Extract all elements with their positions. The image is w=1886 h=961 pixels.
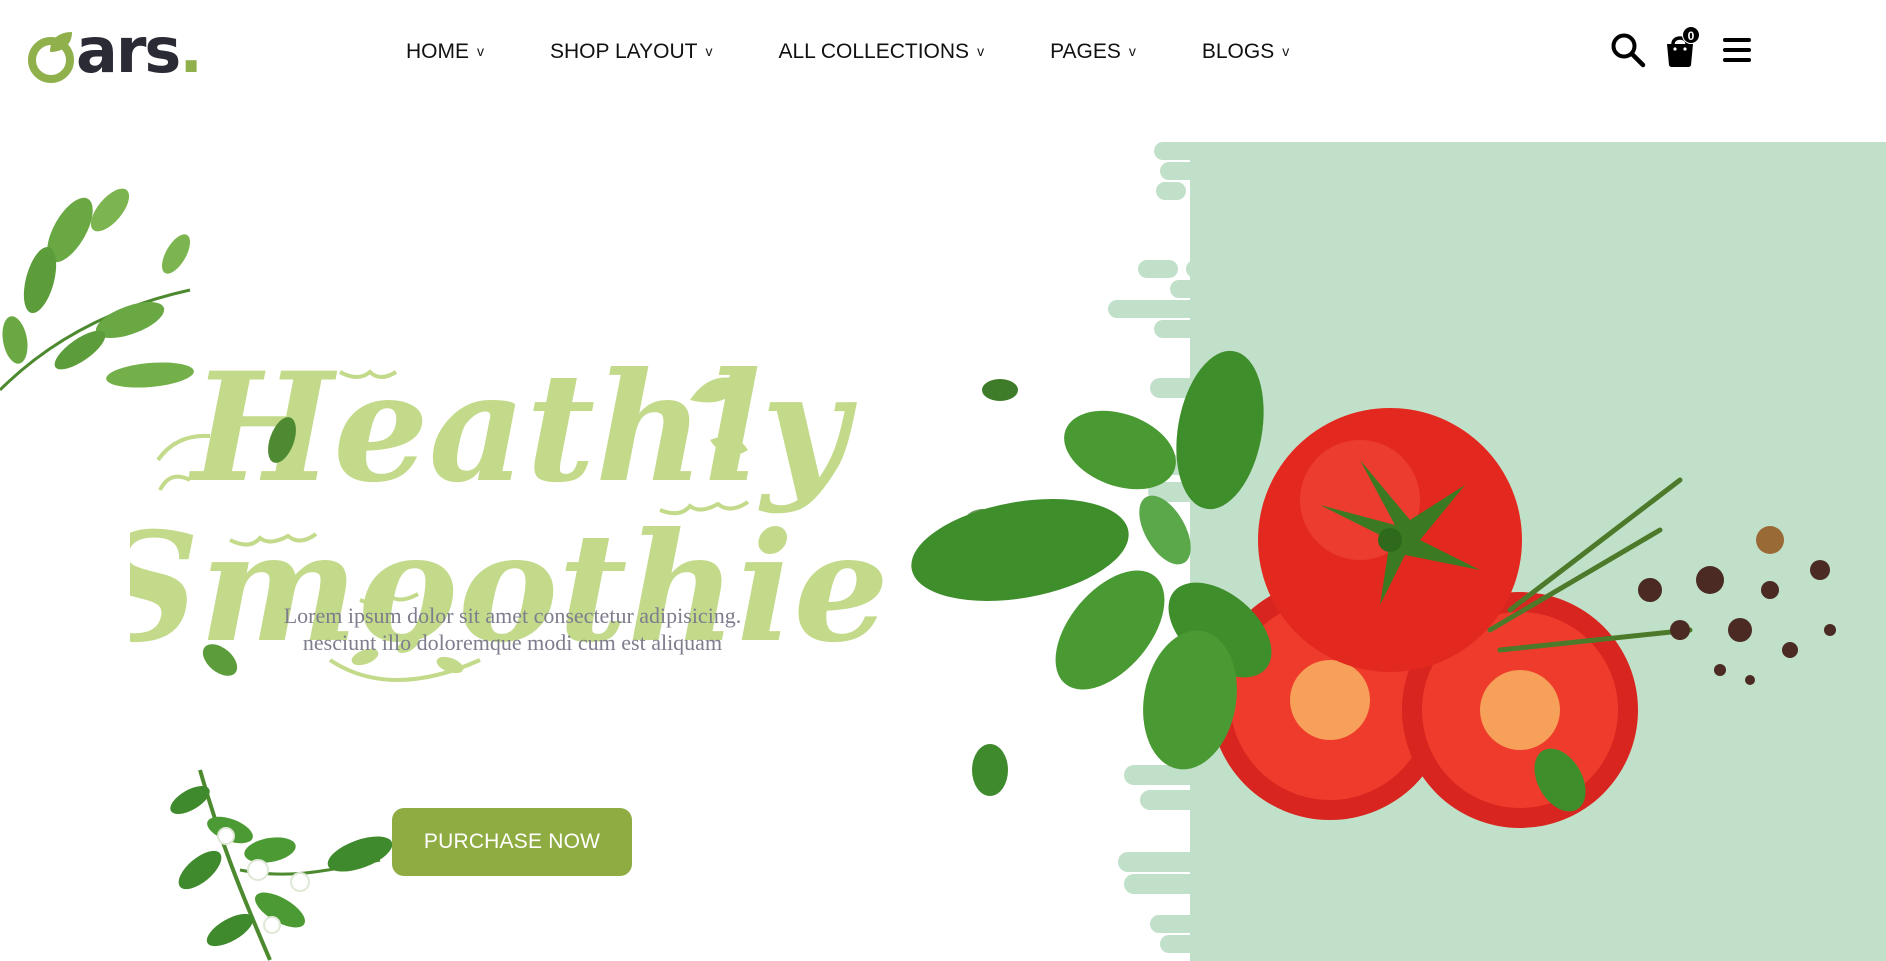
shopping-bag-icon[interactable]: 0 <box>1664 26 1700 68</box>
cart-count-badge: 0 <box>1682 26 1700 44</box>
chevron-down-icon: v <box>977 43 985 59</box>
nav-label: ALL COLLECTIONS <box>778 40 970 63</box>
nav-label: HOME <box>406 40 469 63</box>
chevron-down-icon: v <box>1128 43 1136 59</box>
nav-label: SHOP LAYOUT <box>550 40 698 63</box>
nav-label: PAGES <box>1050 40 1121 63</box>
chevron-down-icon: v <box>1282 43 1290 59</box>
nav-item-shop-layout[interactable]: SHOP LAYOUT v <box>550 40 712 64</box>
logo-text: ars <box>76 14 181 87</box>
hamburger-menu-icon[interactable] <box>1720 33 1754 67</box>
logo-dot: . <box>179 14 203 87</box>
leaf-logo-icon <box>28 28 74 83</box>
chevron-down-icon: v <box>477 43 484 59</box>
hero-banner: Heathly Smoothie Lorem ipsum dolor sit a… <box>0 110 1886 961</box>
hero-description-line1: Lorem ipsum dolor sit amet consectetur a… <box>283 603 742 628</box>
chevron-down-icon: v <box>705 43 713 59</box>
nav-item-blogs[interactable]: BLOGS v <box>1202 40 1289 64</box>
site-header: ars. HOME v SHOP LAYOUT v ALL COLLECTION… <box>0 0 1886 110</box>
tomato-basil-image <box>911 350 1836 828</box>
mint-sprig-decoration <box>170 769 393 961</box>
nav-item-home[interactable]: HOME v <box>406 40 484 64</box>
nav-label: BLOGS <box>1201 40 1275 63</box>
purchase-now-button[interactable]: PURCHASE NOW <box>392 808 632 876</box>
header-actions: 0 <box>1610 26 1754 68</box>
nav-item-pages[interactable]: PAGES v <box>1050 40 1136 64</box>
hero-description: Lorem ipsum dolor sit amet consectetur a… <box>210 602 815 656</box>
site-logo[interactable]: ars. <box>28 20 203 90</box>
logo-wordmark: ars. <box>76 20 203 82</box>
main-nav: HOME v SHOP LAYOUT v ALL COLLECTIONS v P… <box>406 40 1289 64</box>
search-icon[interactable] <box>1610 32 1646 68</box>
nav-item-all-collections[interactable]: ALL COLLECTIONS v <box>778 40 984 64</box>
hero-description-line2: nesciunt illo doloremque modi cum est al… <box>302 630 723 655</box>
